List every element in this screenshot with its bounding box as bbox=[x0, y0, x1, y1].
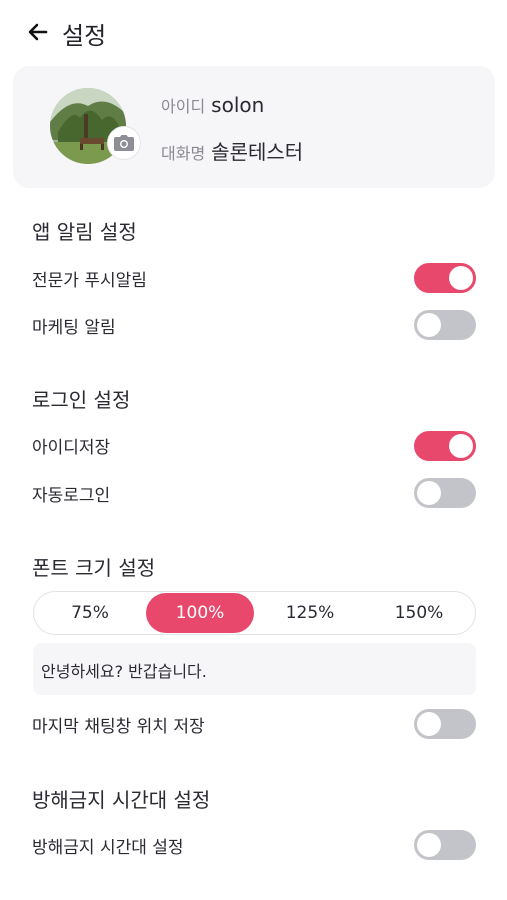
font-size-option-100[interactable]: 100% bbox=[146, 593, 254, 633]
font-size-selector: 75% 100% 125% 150% bbox=[33, 591, 476, 635]
toggle-knob bbox=[417, 313, 441, 337]
profile-nickname-label: 대화명 bbox=[161, 144, 206, 163]
save-id-label: 아이디저장 bbox=[32, 438, 111, 458]
profile-id-row: 아이디 solon bbox=[161, 93, 264, 117]
dnd-section-title: 방해금지 시간대 설정 bbox=[32, 788, 211, 812]
dnd-toggle-label: 방해금지 시간대 설정 bbox=[32, 838, 184, 858]
auto-login-toggle[interactable] bbox=[414, 478, 476, 508]
save-chat-position-label: 마지막 채팅창 위치 저장 bbox=[32, 717, 205, 737]
font-section-title: 폰트 크기 설정 bbox=[32, 556, 156, 580]
login-section-title: 로그인 설정 bbox=[32, 388, 131, 412]
arrow-left-icon bbox=[28, 23, 48, 41]
toggle-knob bbox=[417, 712, 441, 736]
save-chat-position-toggle[interactable] bbox=[414, 709, 476, 739]
toggle-knob bbox=[449, 266, 473, 290]
font-size-option-75[interactable]: 75% bbox=[36, 592, 144, 634]
font-size-option-150[interactable]: 150% bbox=[365, 592, 473, 634]
font-preview-box: 안녕하세요? 반갑습니다. bbox=[33, 643, 476, 695]
camera-icon bbox=[114, 135, 134, 151]
profile-nickname-value: 솔론테스터 bbox=[211, 140, 304, 164]
auto-login-label: 자동로그인 bbox=[32, 486, 111, 506]
toggle-knob bbox=[449, 434, 473, 458]
toggle-knob bbox=[417, 481, 441, 505]
notifications-section-title: 앱 알림 설정 bbox=[32, 220, 137, 244]
expert-push-label: 전문가 푸시알림 bbox=[32, 271, 147, 291]
font-size-option-125[interactable]: 125% bbox=[256, 592, 364, 634]
marketing-label: 마케팅 알림 bbox=[32, 318, 116, 338]
toggle-knob bbox=[417, 833, 441, 857]
profile-nickname-row: 대화명 솔론테스터 bbox=[161, 136, 303, 165]
profile-id-label: 아이디 bbox=[161, 97, 206, 116]
profile-card: 아이디 solon 대화명 솔론테스터 bbox=[13, 66, 495, 188]
page-title: 설정 bbox=[62, 22, 107, 50]
save-id-toggle[interactable] bbox=[414, 431, 476, 461]
header: 설정 bbox=[0, 0, 507, 66]
expert-push-toggle[interactable] bbox=[414, 263, 476, 293]
change-photo-button[interactable] bbox=[107, 126, 141, 160]
marketing-toggle[interactable] bbox=[414, 310, 476, 340]
profile-id-value: solon bbox=[211, 93, 265, 117]
font-preview-text: 안녕하세요? 반갑습니다. bbox=[41, 662, 207, 681]
dnd-toggle[interactable] bbox=[414, 830, 476, 860]
back-button[interactable] bbox=[26, 20, 50, 44]
